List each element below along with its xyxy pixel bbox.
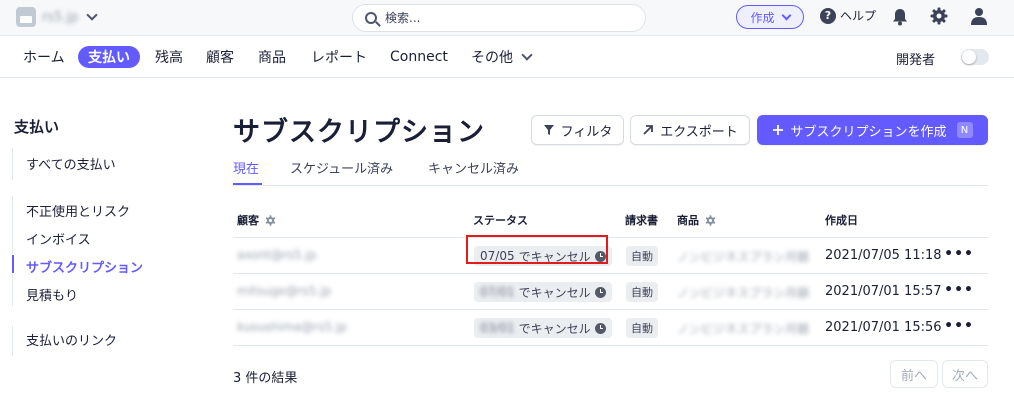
developer-mode-toggle[interactable] (961, 49, 989, 65)
export-label: エクスポート (660, 124, 738, 140)
user-account-icon[interactable] (970, 7, 988, 25)
nav-more-label: その他 (471, 50, 513, 66)
filter-label: フィルタ (560, 124, 613, 140)
column-settings-gear-icon[interactable] (265, 214, 276, 226)
sidebar-item-quotes[interactable]: 見積もり (26, 285, 78, 304)
nav-item-reports[interactable]: レポート (311, 46, 367, 68)
page-title: サブスクリプション (233, 117, 485, 148)
search-icon (365, 12, 377, 24)
account-switcher[interactable]: rs5.jp (16, 7, 99, 27)
sidebar-item-fraud-risk[interactable]: 不正使用とリスク (26, 201, 130, 220)
column-header-customer-label: 顧客 (237, 214, 259, 227)
filter-icon (543, 125, 554, 135)
nav-item-products[interactable]: 商品 (258, 46, 286, 68)
column-header-status: ステータス (473, 214, 528, 227)
created-date: 2021/07/01 15:56 (825, 320, 942, 335)
sidebar-group-divider (12, 196, 13, 306)
highlight-box (466, 235, 608, 264)
table-row[interactable]: mitsuge@rs5.jp 07/01 でキャンセル 自動 ノンビジネスプラン… (233, 274, 988, 310)
nav-item-payments[interactable]: 支払い (78, 46, 140, 68)
help-label: ヘルプ (840, 9, 877, 23)
column-header-created: 作成日 (825, 214, 858, 227)
status-badge: 07/01 でキャンセル (474, 282, 612, 302)
column-header-invoice: 請求書 (625, 214, 658, 227)
nav-item-connect[interactable]: Connect (390, 46, 448, 68)
table-header: 顧客 ステータス 請求書 商品 作成日 (233, 210, 988, 238)
keyboard-shortcut-badge: N (956, 122, 973, 138)
nav-item-balances[interactable]: 残高 (155, 46, 183, 68)
nav-item-customers[interactable]: 顧客 (206, 46, 234, 68)
sidebar-item-all-payments[interactable]: すべての支払い (26, 154, 116, 173)
top-bar: rs5.jp 作成 ? ヘルプ (0, 0, 1014, 36)
create-menu-button[interactable]: 作成 (736, 5, 804, 29)
customer-email[interactable]: axont@rs5.jp (237, 248, 316, 262)
plus-icon (773, 125, 784, 135)
help-icon: ? (820, 7, 836, 24)
tab-current[interactable]: 現在 (233, 158, 259, 177)
chevron-down-icon (781, 10, 791, 20)
column-header-customer: 顧客 (237, 212, 276, 228)
search-input[interactable] (385, 11, 625, 25)
sidebar-title: 支払い (14, 118, 60, 136)
clock-icon (594, 286, 606, 298)
tab-canceled[interactable]: キャンセル済み (428, 158, 519, 177)
account-name: rs5.jp (42, 9, 79, 25)
row-more-menu[interactable]: ••• (944, 318, 974, 334)
customer-email[interactable]: kusushima@rs5.jp (237, 320, 347, 334)
invoice-auto-badge: 自動 (626, 318, 658, 338)
arrow-up-right-icon (643, 125, 654, 135)
created-date: 2021/07/05 11:18 (825, 248, 942, 263)
status-text: でキャンセル (518, 285, 591, 300)
clock-icon (594, 322, 606, 334)
subscription-tabs: 現在 スケジュール済み キャンセル済み (233, 156, 988, 186)
invoice-auto-badge: 自動 (626, 246, 658, 266)
help-button[interactable]: ? ヘルプ (820, 7, 876, 24)
previous-page-button[interactable]: 前へ (890, 360, 938, 388)
main-nav: ホーム 支払い 残高 顧客 商品 レポート Connect その他 開発者 (0, 36, 1014, 78)
table-row[interactable]: kusushima@rs5.jp 03/01 でキャンセル 自動 ノンビジネスプ… (233, 310, 988, 346)
chevron-down-icon (86, 9, 99, 21)
status-date: 07/01 (480, 285, 515, 299)
chevron-down-icon (521, 49, 533, 61)
developer-label: 開発者 (896, 53, 936, 68)
table-row[interactable]: axont@rs5.jp 07/05 でキャンセル 自動 ノンビジネスプラン月額… (233, 235, 988, 274)
settings-gear-icon[interactable] (930, 7, 948, 25)
sidebar-item-payment-links[interactable]: 支払いのリンク (26, 330, 117, 349)
notification-bell-icon[interactable] (892, 8, 908, 26)
next-page-button[interactable]: 次へ (942, 360, 988, 388)
active-tab-underline (233, 183, 262, 185)
filter-button[interactable]: フィルタ (531, 115, 624, 145)
created-date: 2021/07/01 15:57 (825, 284, 942, 299)
row-more-menu[interactable]: ••• (944, 282, 974, 298)
sidebar-group-divider (12, 326, 13, 356)
product-name: ノンビジネスプラン月額 (677, 322, 810, 336)
store-icon (16, 7, 36, 27)
nav-item-more[interactable]: その他 (471, 46, 533, 68)
create-label: 作成 (750, 10, 775, 25)
product-name: ノンビジネスプラン月額 (677, 250, 810, 264)
column-header-product-label: 商品 (677, 214, 699, 227)
status-date: 03/01 (480, 321, 515, 335)
sidebar-group-divider (12, 148, 13, 180)
nav-item-home[interactable]: ホーム (23, 46, 65, 68)
tab-scheduled[interactable]: スケジュール済み (290, 158, 393, 177)
export-button[interactable]: エクスポート (630, 115, 750, 145)
customer-email[interactable]: mitsuge@rs5.jp (237, 284, 331, 298)
product-name: ノンビジネスプラン月額 (677, 286, 810, 300)
results-count: 3 件の結果 (233, 371, 298, 386)
sidebar-item-invoices[interactable]: インボイス (26, 229, 91, 248)
sidebar-item-subscriptions[interactable]: サブスクリプション (26, 257, 143, 276)
status-badge: 03/01 でキャンセル (474, 318, 612, 338)
search-box[interactable] (352, 4, 646, 32)
column-settings-gear-icon[interactable] (705, 214, 716, 226)
column-header-product: 商品 (677, 212, 716, 228)
status-text: でキャンセル (518, 321, 591, 336)
sidebar-active-indicator (12, 255, 14, 273)
invoice-auto-badge: 自動 (626, 282, 658, 302)
create-subscription-button[interactable]: サブスクリプションを作成 N (757, 115, 988, 145)
create-subscription-label: サブスクリプションを作成 (790, 124, 947, 140)
row-more-menu[interactable]: ••• (944, 246, 974, 262)
